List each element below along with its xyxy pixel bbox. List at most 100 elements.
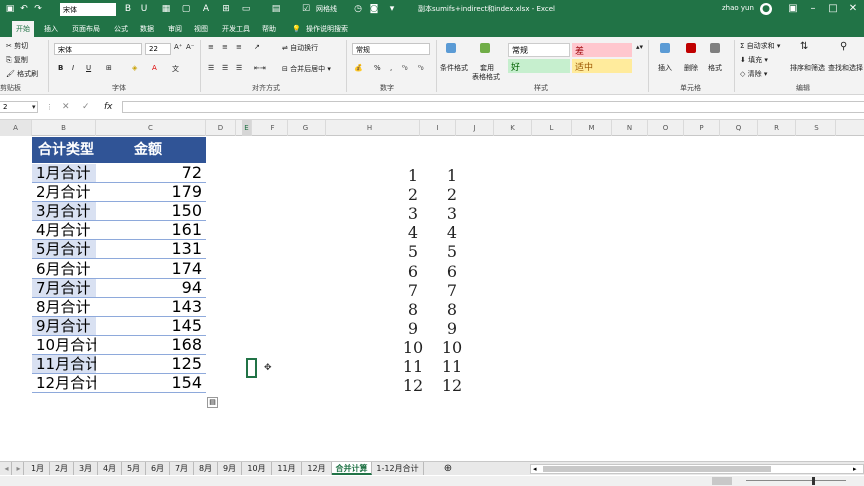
undo-icon[interactable]: ↶ [18, 3, 30, 15]
type-cell[interactable]: 2月合计 [32, 183, 96, 202]
gridlines-label[interactable]: 网格线 [316, 4, 337, 14]
column-header-q[interactable]: Q [720, 120, 758, 136]
tab-view[interactable]: 视图 [190, 21, 212, 37]
tab-review[interactable]: 审阅 [164, 21, 186, 37]
sheet-tab[interactable]: 1月 [26, 462, 50, 475]
save-icon[interactable]: ▣ [4, 3, 16, 15]
column-i-value[interactable]: 4 [440, 224, 464, 242]
autosum-button[interactable]: Σ 自动求和 ▾ [740, 41, 780, 51]
indent-icon[interactable]: ⇤⇥ [254, 64, 266, 72]
currency-icon[interactable]: 💰 [354, 64, 363, 72]
underline-button[interactable]: U [86, 64, 91, 72]
table-row[interactable]: 2月合计 179 [32, 183, 206, 203]
scrollbar-thumb[interactable] [543, 466, 771, 472]
align-right-icon[interactable]: ☰ [236, 64, 242, 72]
table-row[interactable]: 10月合计 168 [32, 335, 206, 355]
horizontal-scrollbar[interactable]: ◂ ▸ [530, 464, 864, 474]
delete-button[interactable]: 删除 [684, 63, 698, 73]
top-align-icon[interactable]: ≡ [208, 43, 214, 51]
comma-icon[interactable]: , [390, 64, 392, 72]
sheet-tab[interactable]: 5月 [122, 462, 146, 475]
worksheet-grid[interactable]: 合计类型 金额 1月合计 72 2月合计 179 3月合计 150 4月合计 161 5月合计 1… [0, 137, 864, 461]
paste-options-icon[interactable]: ▤ [207, 397, 218, 408]
sort-filter-button[interactable]: 排序和筛选 [790, 63, 825, 73]
scroll-last-sheet-icon[interactable]: ▸ [14, 462, 24, 475]
type-cell[interactable]: 5月合计 [32, 240, 96, 259]
column-i-value[interactable]: 8 [440, 300, 464, 319]
amount-cell[interactable]: 131 [96, 240, 206, 259]
column-h-value[interactable]: 6 [401, 262, 425, 281]
column-h-value[interactable]: 3 [401, 205, 425, 223]
column-h-value[interactable]: 10 [401, 338, 425, 357]
clock-icon[interactable]: ◷ [352, 3, 364, 15]
style-neutral[interactable]: 适中 [572, 59, 632, 73]
enter-icon[interactable]: ✓ [82, 102, 90, 112]
font-size-select[interactable]: 22 [145, 43, 171, 55]
find-select-icon[interactable]: ⚲ [840, 41, 847, 52]
table-row[interactable]: 8月合计 143 [32, 297, 206, 317]
table-row[interactable]: 5月合计 131 [32, 240, 206, 260]
add-sheet-button[interactable]: ⊕ [442, 462, 454, 475]
type-cell[interactable]: 8月合计 [32, 297, 96, 316]
type-cell[interactable]: 12月合计 [32, 374, 100, 393]
type-cell[interactable]: 1月合计 [32, 164, 96, 183]
column-h-value[interactable]: 5 [401, 243, 425, 261]
border-button[interactable]: ⊞ [106, 64, 112, 72]
sheet-tab[interactable]: 6月 [146, 462, 170, 475]
column-i-value[interactable]: 2 [440, 186, 464, 204]
orientation-icon[interactable]: ↗ [254, 43, 260, 51]
font-color-icon[interactable]: A [200, 3, 212, 15]
column-i-value[interactable]: 12 [440, 377, 464, 395]
increase-decimal-icon[interactable]: ⁰₀ [402, 64, 408, 72]
column-header-s[interactable]: S [798, 120, 836, 136]
column-h-value[interactable]: 9 [401, 319, 425, 338]
scroll-right-icon[interactable]: ▸ [853, 465, 861, 473]
format-table-button-line2[interactable]: 表格格式 [472, 72, 500, 82]
sheet-tab[interactable]: 11月 [272, 462, 302, 475]
column-header-h[interactable]: H [320, 120, 420, 136]
close-icon[interactable]: ✕ [846, 2, 860, 16]
type-cell[interactable]: 4月合计 [32, 221, 96, 240]
style-normal[interactable]: 常规 [508, 43, 570, 57]
sheet-tab[interactable]: 7月 [170, 462, 194, 475]
tab-page-layout[interactable]: 页面布局 [68, 21, 104, 37]
table-row[interactable]: 1月合计 72 [32, 164, 206, 184]
shrink-font-icon[interactable]: A⁻ [186, 43, 194, 51]
formula-bar-handle-icon[interactable]: ⋮ [46, 103, 53, 111]
amount-cell[interactable]: 168 [96, 335, 206, 354]
table-icon[interactable]: ▦ [160, 3, 172, 15]
header-cell-amount[interactable]: 金额 [96, 137, 206, 163]
column-header-d[interactable]: D [206, 120, 236, 136]
column-i-value[interactable]: 6 [440, 262, 464, 281]
column-i-value[interactable]: 7 [440, 281, 464, 300]
grow-font-icon[interactable]: A⁺ [174, 43, 182, 51]
cut-button[interactable]: ✂ 剪切 [6, 41, 28, 51]
wrap-text-button[interactable]: ⇌ 自动换行 [282, 43, 318, 53]
column-i-value[interactable]: 3 [440, 205, 464, 223]
amount-cell[interactable]: 154 [96, 374, 206, 393]
column-header-k[interactable]: K [494, 120, 532, 136]
format-table-icon[interactable] [480, 43, 490, 53]
column-h-value[interactable]: 7 [401, 281, 425, 300]
column-h-value[interactable]: 2 [401, 186, 425, 204]
column-header-j[interactable]: J [456, 120, 494, 136]
column-h-value[interactable]: 4 [401, 224, 425, 242]
name-box-dropdown-icon[interactable]: ▾ [32, 103, 36, 111]
zoom-slider[interactable] [746, 480, 846, 481]
conditional-format-button[interactable]: 条件格式 [440, 63, 468, 73]
format-icon[interactable]: ⊞ [220, 3, 232, 15]
sort-filter-icon[interactable]: ⇅ [800, 41, 808, 52]
column-i-value[interactable]: 10 [440, 338, 464, 357]
type-cell[interactable]: 3月合计 [32, 202, 96, 221]
amount-cell[interactable]: 72 [96, 164, 206, 183]
type-cell[interactable]: 9月合计 [32, 316, 96, 335]
amount-cell[interactable]: 150 [96, 202, 206, 221]
sheet-tab[interactable]: 8月 [194, 462, 218, 475]
sheet-tab[interactable]: 10月 [242, 462, 272, 475]
decrease-decimal-icon[interactable]: ⁰₀ [418, 64, 424, 72]
amount-cell[interactable]: 174 [96, 259, 206, 278]
tab-formulas[interactable]: 公式 [110, 21, 132, 37]
style-good[interactable]: 好 [508, 59, 570, 73]
shape-icon[interactable]: ▭ [240, 3, 252, 15]
table-row[interactable]: 9月合计 145 [32, 316, 206, 336]
